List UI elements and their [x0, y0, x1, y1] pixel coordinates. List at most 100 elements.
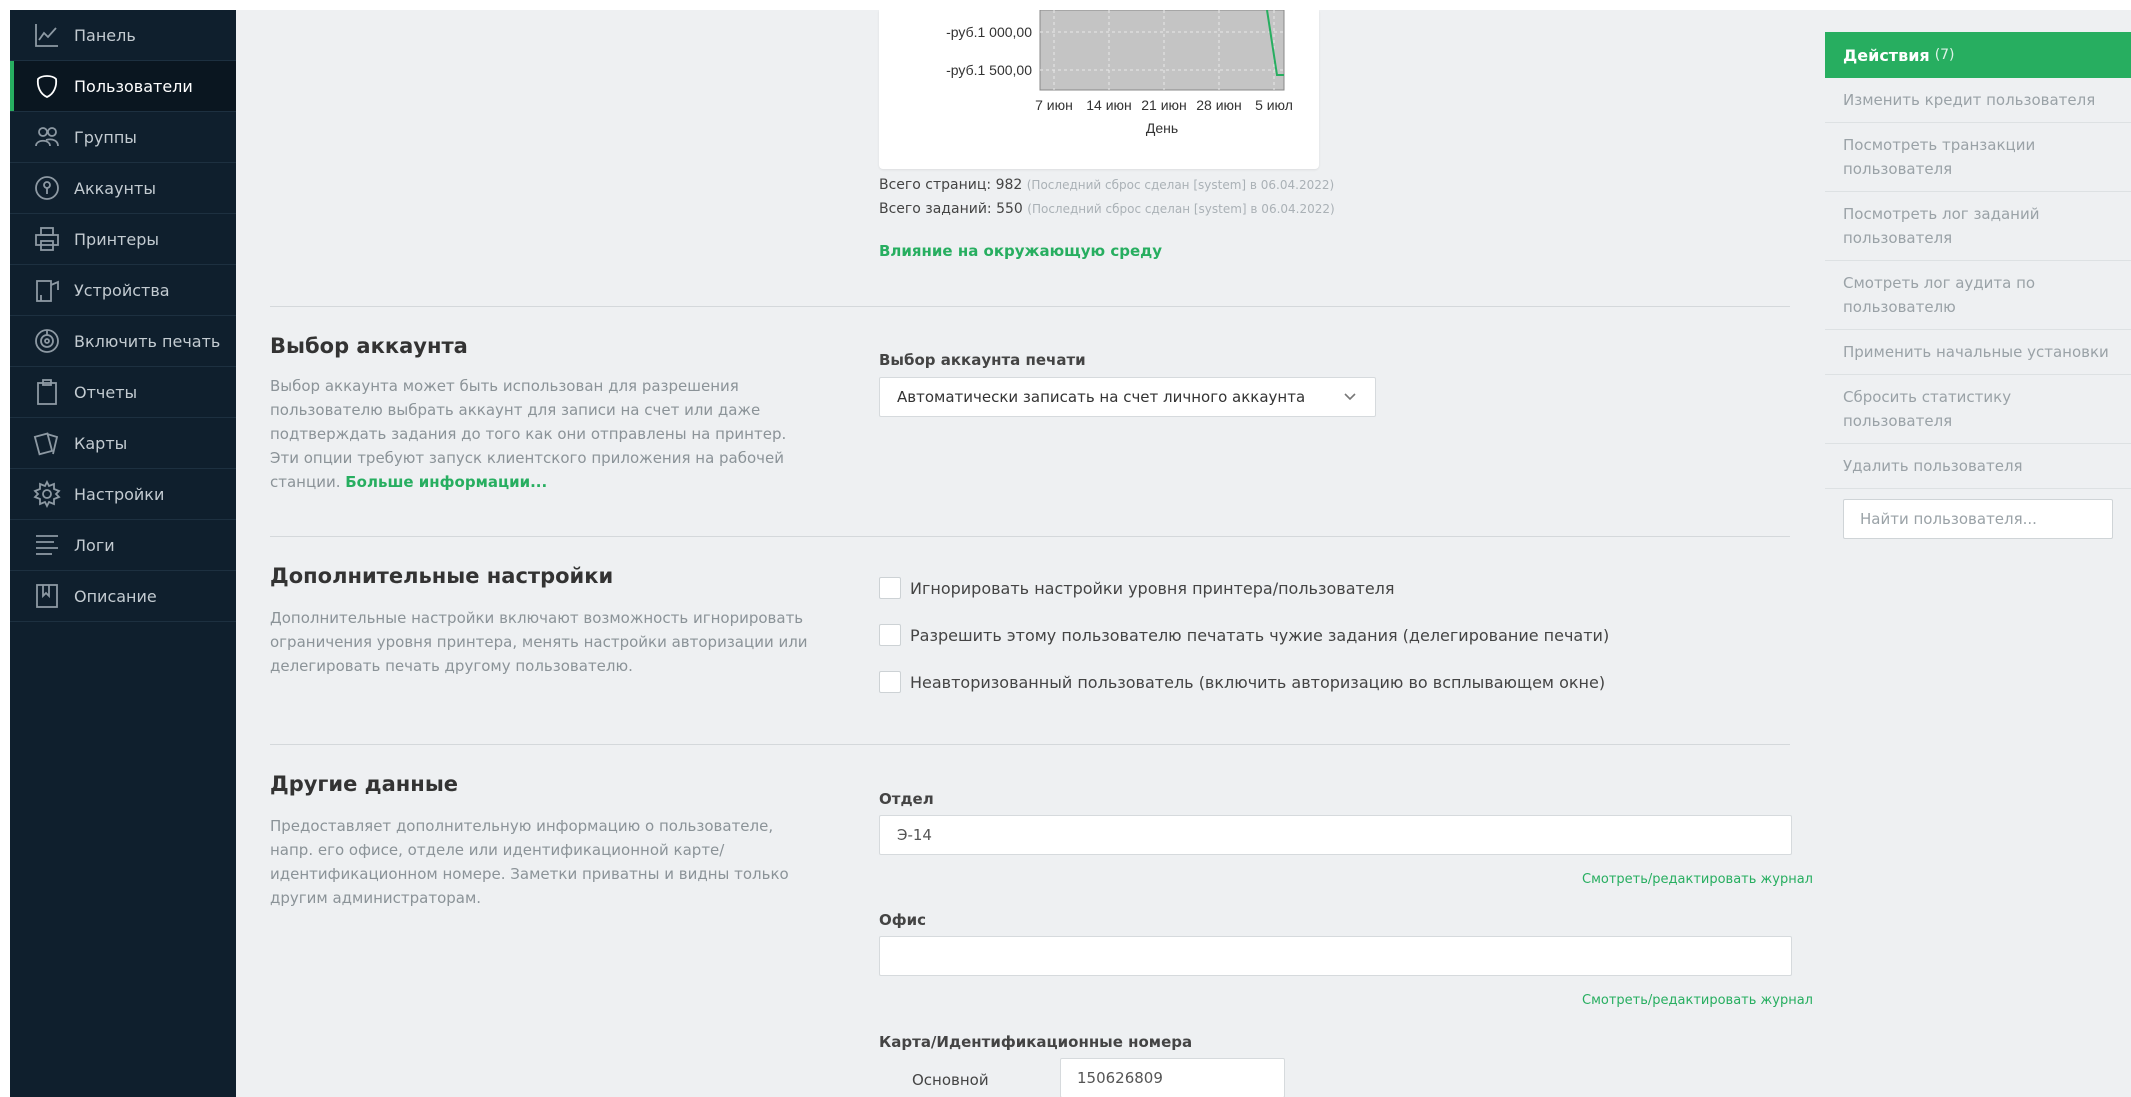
- sidebar: Панель Пользователи Группы Аккаунты Прин…: [10, 10, 236, 1097]
- chart-x-tick-label: 21 июн: [1141, 97, 1187, 113]
- total-jobs-label: Всего заданий:: [879, 201, 992, 217]
- account-selection-title: Выбор аккаунта: [270, 334, 468, 358]
- release-print-icon: [32, 326, 62, 356]
- screen: Панель Пользователи Группы Аккаунты Прин…: [0, 0, 2131, 1097]
- sidebar-item-label: Устройства: [74, 280, 170, 300]
- sidebar-item-release-print[interactable]: Включить печать: [10, 316, 236, 367]
- chart-x-axis: 7 июн 14 июн 21 июн 28 июн 5 июл: [1035, 97, 1293, 113]
- print-account-selection-value: Автоматически записать на счет личного а…: [897, 388, 1306, 406]
- department-journal-link[interactable]: Смотреть/редактировать журнал: [1582, 872, 1813, 887]
- sidebar-item-cards[interactable]: Карты: [10, 418, 236, 469]
- action-delete-user[interactable]: Удалить пользователя: [1825, 444, 2131, 489]
- sidebar-item-groups[interactable]: Группы: [10, 112, 236, 163]
- environmental-impact-link[interactable]: Влияние на окружающую среду: [879, 242, 1162, 260]
- actions-header: Действия (7): [1825, 32, 2131, 78]
- chart-x-tick-label: 28 июн: [1196, 97, 1242, 113]
- action-view-audit-log[interactable]: Смотреть лог аудита по пользователю: [1825, 261, 2131, 330]
- action-adjust-credit[interactable]: Изменить кредит пользователя: [1825, 78, 2131, 123]
- chart-plot-area: [1039, 10, 1285, 91]
- chevron-down-icon: [1344, 393, 1356, 401]
- chart-x-axis-label: День: [1146, 120, 1178, 136]
- checkbox-label: Неавторизованный пользователь (включить …: [910, 672, 1606, 692]
- action-view-transactions[interactable]: Посмотреть транзакции пользователя: [1825, 123, 2131, 192]
- chart-x-tick-label: 7 июн: [1035, 97, 1073, 113]
- balance-chart-card: -руб.1 000,00 -руб.1 500,00 7 июн 14 июн 21…: [879, 10, 1319, 169]
- account-selection-description: Выбор аккаунта может быть использован дл…: [270, 374, 810, 494]
- sidebar-item-label: Группы: [74, 127, 137, 147]
- other-data-title: Другие данные: [270, 772, 459, 796]
- advanced-settings-title: Дополнительные настройки: [270, 564, 614, 588]
- actions-count: (7): [1934, 47, 1955, 63]
- actions-title: Действия: [1843, 45, 1930, 65]
- sidebar-item-reports[interactable]: Отчеты: [10, 367, 236, 418]
- actions-panel: Действия (7) Изменить кредит пользовател…: [1825, 32, 2131, 545]
- sidebar-item-accounts[interactable]: Аккаунты: [10, 163, 236, 214]
- total-pages-value: 982: [995, 177, 1023, 193]
- primary-card-input[interactable]: 150626809: [1060, 1058, 1285, 1097]
- section-divider: [270, 744, 1790, 745]
- action-reset-statistics[interactable]: Сбросить статистику пользователя: [1825, 375, 2131, 444]
- print-account-selection-label: Выбор аккаунта печати: [879, 351, 1086, 369]
- ignore-printer-level-option[interactable]: Игнорировать настройки уровня принтера/п…: [879, 577, 1395, 599]
- env-impact-wrapper: Влияние на окружающую среду: [879, 242, 1162, 260]
- groups-icon: [32, 122, 62, 152]
- chart-x-tick-label: 14 июн: [1086, 97, 1132, 113]
- unauthenticated-user-checkbox[interactable]: [879, 671, 901, 693]
- checkbox-label: Разрешить этому пользователю печатать чу…: [910, 625, 1610, 645]
- total-pages-label: Всего страниц:: [879, 177, 992, 193]
- department-input[interactable]: Э-14: [879, 815, 1792, 855]
- sidebar-item-printers[interactable]: Принтеры: [10, 214, 236, 265]
- office-input[interactable]: [879, 936, 1792, 976]
- users-icon: [32, 71, 62, 101]
- more-info-link[interactable]: Больше информации...: [345, 473, 547, 491]
- delegate-print-checkbox[interactable]: [879, 624, 901, 646]
- chart-y-tick-label: -руб.1 500,00: [946, 62, 1032, 78]
- print-account-selection-select[interactable]: Автоматически записать на счет личного а…: [879, 377, 1376, 417]
- chart-y-axis: -руб.1 000,00 -руб.1 500,00: [946, 24, 1032, 78]
- sidebar-item-dashboard[interactable]: Панель: [10, 10, 236, 61]
- sidebar-item-label: Отчеты: [74, 382, 138, 402]
- total-pages-note: (Последний сброс сделан [system] в 06.04…: [1026, 178, 1335, 192]
- action-view-job-log[interactable]: Посмотреть лог заданий пользователя: [1825, 192, 2131, 261]
- section-divider: [270, 306, 1790, 307]
- primary-card-label: Основной: [912, 1071, 989, 1089]
- sidebar-item-label: Включить печать: [74, 331, 221, 351]
- sidebar-item-label: Описание: [74, 586, 157, 606]
- sidebar-item-label: Логи: [74, 535, 115, 555]
- office-label: Офис: [879, 911, 927, 929]
- sidebar-item-users[interactable]: Пользователи: [10, 61, 236, 112]
- logs-icon: [32, 530, 62, 560]
- sidebar-item-settings[interactable]: Настройки: [10, 469, 236, 520]
- ignore-printer-level-checkbox[interactable]: [879, 577, 901, 599]
- sidebar-item-label: Принтеры: [74, 229, 159, 249]
- sidebar-item-label: Пользователи: [74, 76, 193, 96]
- accounts-icon: [32, 173, 62, 203]
- sidebar-item-label: Панель: [74, 25, 136, 45]
- action-apply-defaults[interactable]: Применить начальные установки: [1825, 330, 2131, 375]
- sidebar-item-label: Карты: [74, 433, 128, 453]
- app-window: Панель Пользователи Группы Аккаунты Прин…: [10, 10, 2131, 1097]
- settings-icon: [32, 479, 62, 509]
- sidebar-item-logs[interactable]: Логи: [10, 520, 236, 571]
- unauthenticated-user-option[interactable]: Неавторизованный пользователь (включить …: [879, 671, 1605, 693]
- chart-x-tick-label: 5 июл: [1255, 97, 1293, 113]
- advanced-settings-description: Дополнительные настройки включают возмож…: [270, 609, 808, 675]
- total-jobs-note: (Последний сброс сделан [system] в 06.04…: [1027, 202, 1335, 216]
- office-journal-link[interactable]: Смотреть/редактировать журнал: [1582, 993, 1813, 1008]
- about-icon: [32, 581, 62, 611]
- balance-chart: -руб.1 000,00 -руб.1 500,00 7 июн 14 июн 21…: [946, 10, 1293, 136]
- checkbox-label: Игнорировать настройки уровня принтера/п…: [910, 578, 1395, 598]
- delegate-print-option[interactable]: Разрешить этому пользователю печатать чу…: [879, 624, 1609, 646]
- total-jobs-line: Всего заданий: 550 (Последний сброс сдел…: [879, 201, 1335, 217]
- sidebar-item-label: Аккаунты: [74, 178, 156, 198]
- cards-icon: [32, 428, 62, 458]
- sidebar-item-devices[interactable]: Устройства: [10, 265, 236, 316]
- reports-icon: [32, 377, 62, 407]
- other-data-description: Предоставляет дополнительную информацию …: [270, 817, 789, 907]
- section-divider: [270, 536, 1790, 537]
- main-content: -руб.1 000,00 -руб.1 500,00 7 июн 14 июн 21…: [236, 10, 1816, 1097]
- find-user-input[interactable]: Найти пользователя...: [1843, 499, 2113, 539]
- sidebar-item-about[interactable]: Описание: [10, 571, 236, 622]
- total-jobs-value: 550: [996, 201, 1023, 217]
- printer-icon: [32, 224, 62, 254]
